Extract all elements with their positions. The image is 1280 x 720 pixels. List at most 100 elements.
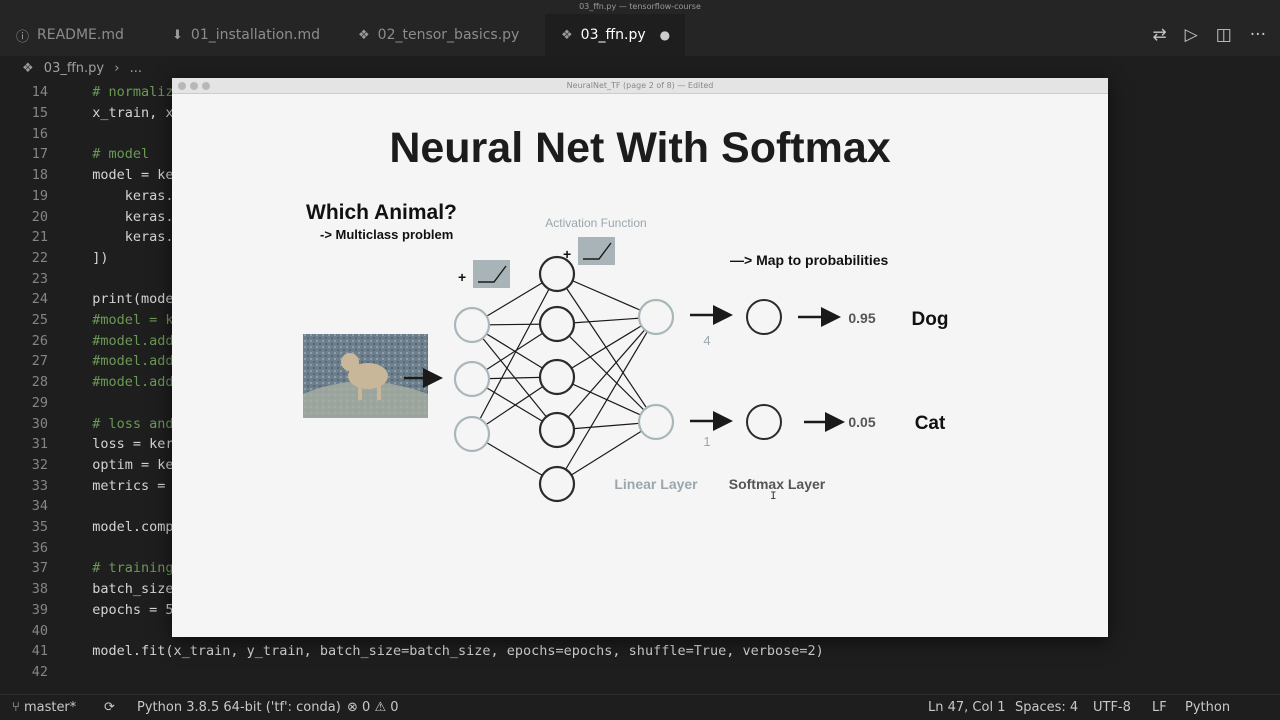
hidden-node	[538, 411, 576, 449]
hidden-node	[538, 305, 576, 343]
tab-ffn[interactable]: ❖ 03_ffn.py ●	[545, 14, 685, 56]
problems-indicator[interactable]: ⊗ 0 ⚠ 0	[347, 695, 399, 720]
dog-photo	[303, 334, 428, 418]
breadcrumb-rest[interactable]: ...	[130, 61, 142, 76]
python-file-icon: ❖	[22, 61, 34, 76]
code-line[interactable]: 41 model.fit(x_train, y_train, batch_siz…	[0, 641, 1280, 662]
warning-count: 0	[390, 700, 399, 715]
python-file-icon: ❖	[561, 27, 573, 43]
run-icon[interactable]: ▷	[1185, 25, 1198, 45]
encoding[interactable]: UTF-8	[1093, 695, 1131, 720]
line-number: 14	[31, 84, 48, 101]
output-value-top: 4	[703, 333, 710, 348]
info-icon: ⓘ	[16, 29, 30, 45]
sync-icon[interactable]: ⟳	[104, 695, 115, 720]
code-text: epochs = 5	[76, 601, 174, 618]
hidden-node	[538, 255, 576, 293]
more-icon[interactable]: ···	[1250, 25, 1266, 45]
line-number: 24	[31, 291, 48, 308]
breadcrumb-file[interactable]: 03_ffn.py	[44, 61, 104, 76]
linear-node	[637, 403, 675, 441]
status-bar: ⑂ master* ⟳ Python 3.8.5 64-bit ('tf': c…	[0, 694, 1280, 720]
linear-layer-label: Linear Layer	[614, 476, 698, 492]
line-number: 18	[31, 167, 48, 184]
line-number: 35	[31, 519, 48, 536]
line-number: 41	[31, 643, 48, 660]
tab-label: 03_ffn.py	[580, 27, 646, 43]
line-number: 30	[31, 415, 48, 432]
tab-readme[interactable]: ⓘ README.md	[16, 14, 124, 56]
line-number: 22	[31, 249, 48, 266]
line-number: 25	[31, 312, 48, 329]
line-number: 36	[31, 539, 48, 556]
line-number: 16	[31, 125, 48, 142]
line-number: 33	[31, 477, 48, 494]
line-number: 19	[31, 187, 48, 204]
softmax-node-top	[746, 299, 782, 335]
line-number: 34	[31, 498, 48, 515]
activation-label: Activation Function	[545, 216, 646, 230]
plus-sign-1: +	[458, 269, 466, 285]
line-number: 40	[31, 622, 48, 639]
line-number: 32	[31, 456, 48, 473]
input-node	[453, 415, 491, 453]
error-count: 0	[362, 700, 371, 715]
code-line[interactable]: 42	[0, 662, 1280, 683]
linear-node	[637, 298, 675, 336]
line-number: 21	[31, 229, 48, 246]
zoom-dot-icon[interactable]	[202, 82, 210, 90]
tab-tensor-basics[interactable]: ❖ 02_tensor_basics.py	[358, 14, 519, 56]
line-number: 29	[31, 394, 48, 411]
compare-icon[interactable]: ⇄	[1152, 25, 1166, 45]
branch-indicator[interactable]: ⑂ master*	[12, 695, 76, 720]
hidden-node	[538, 465, 576, 503]
hidden-node	[538, 358, 576, 396]
python-file-icon: ❖	[358, 27, 370, 43]
tab-label: 01_installation.md	[190, 27, 320, 43]
cursor-position[interactable]: Ln 47, Col 1	[928, 695, 1005, 720]
line-number: 39	[31, 601, 48, 618]
line-number: 23	[31, 270, 48, 287]
line-number: 27	[31, 353, 48, 370]
text-cursor-icon: I	[770, 491, 777, 503]
tab-label: README.md	[37, 27, 124, 43]
line-number: 31	[31, 436, 48, 453]
softmax-node-bottom	[746, 404, 782, 440]
line-number: 42	[31, 663, 48, 680]
softmax-layer-label: Softmax Layer	[729, 476, 826, 492]
prob-top: 0.95	[848, 310, 875, 326]
activation-icon-2	[578, 237, 615, 265]
warning-icon: ⚠	[374, 700, 391, 715]
language-mode[interactable]: Python	[1185, 695, 1230, 720]
python-interpreter[interactable]: Python 3.8.5 64-bit ('tf': conda)	[137, 695, 341, 720]
split-editor-icon[interactable]: ◫	[1216, 25, 1232, 45]
class-cat: Cat	[915, 413, 946, 434]
slide-window-title-text: NeuralNet_TF (page 2 of 8) — Edited	[566, 81, 714, 90]
output-value-bottom: 1	[703, 434, 710, 449]
indentation[interactable]: Spaces: 4	[1015, 695, 1078, 720]
code-text: # model	[76, 146, 150, 163]
tab-bar: ⓘ README.md ⬇ 01_installation.md ❖ 02_te…	[0, 14, 1280, 56]
code-text: ])	[76, 249, 109, 266]
problem-text: -> Multiclass problem	[320, 227, 453, 242]
slide-title: Neural Net With Softmax	[389, 124, 890, 172]
unsaved-dot-icon[interactable]: ●	[660, 28, 670, 42]
line-number: 17	[31, 146, 48, 163]
code-text: # normalize	[76, 84, 182, 101]
tab-installation[interactable]: ⬇ 01_installation.md	[172, 14, 320, 56]
prob-bottom: 0.05	[848, 414, 875, 430]
window-title: 03_ffn.py — tensorflow-course	[0, 0, 1280, 14]
connection-line	[471, 273, 558, 435]
line-ending[interactable]: LF	[1152, 695, 1167, 720]
code-text: model.fit(x_train, y_train, batch_size=b…	[76, 643, 824, 660]
activation-icon-1	[473, 260, 510, 288]
line-number: 28	[31, 374, 48, 391]
error-icon: ⊗	[347, 700, 363, 715]
close-dot-icon[interactable]	[178, 82, 186, 90]
line-number: 26	[31, 332, 48, 349]
network-diagram	[453, 255, 675, 503]
class-dog: Dog	[912, 309, 949, 330]
question-text: Which Animal?	[306, 201, 457, 224]
input-node	[453, 360, 491, 398]
minimize-dot-icon[interactable]	[190, 82, 198, 90]
